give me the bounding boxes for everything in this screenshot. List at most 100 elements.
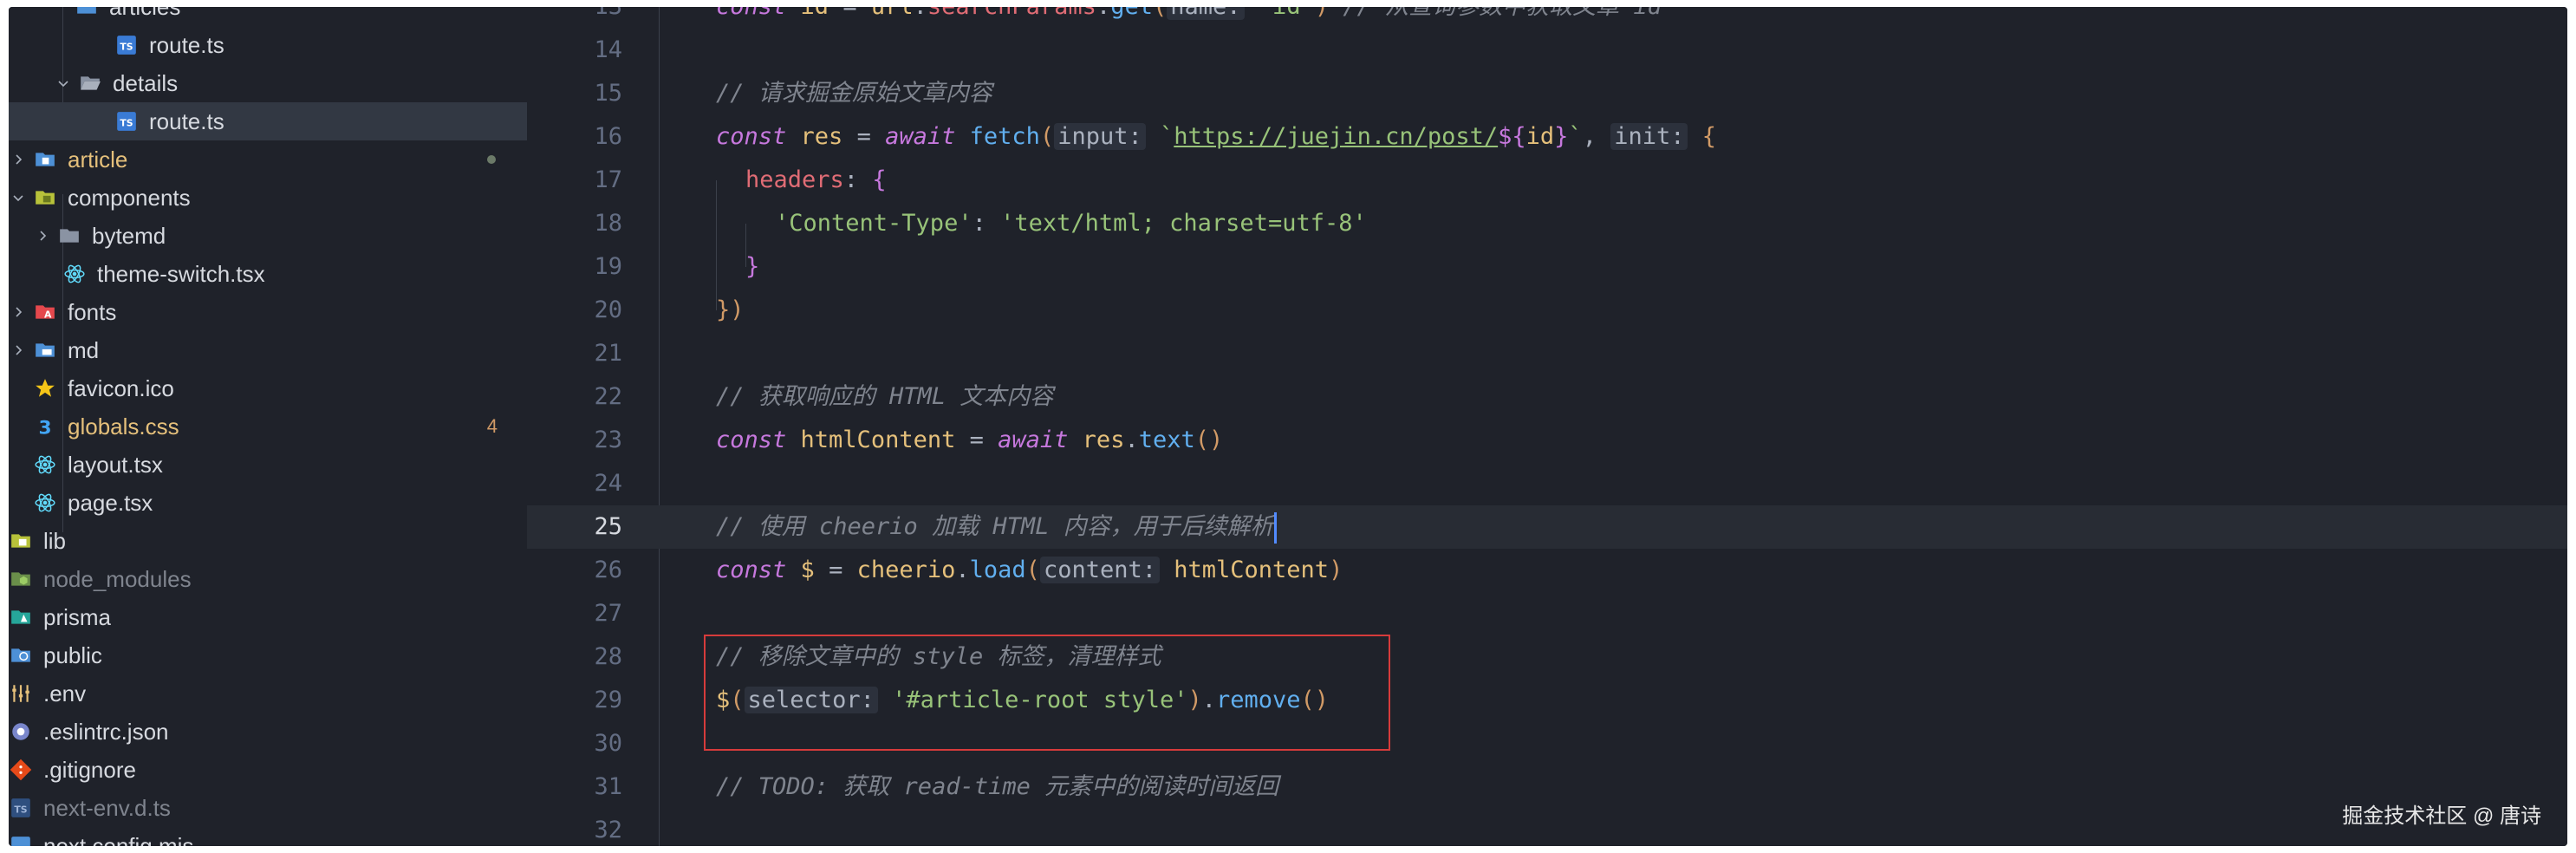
code-line[interactable]: 22 // 获取响应的 HTML 文本内容 <box>527 375 2567 419</box>
param-hint: name: <box>1167 7 1245 20</box>
code-line[interactable]: 13 const id = url.searchParams.get(name:… <box>527 7 2567 29</box>
line-number: 19 <box>594 253 622 280</box>
code-text: // 获取响应的 HTML 文本内容 <box>716 383 1054 410</box>
code-text: // 请求掘金原始文章内容 <box>716 80 992 107</box>
code-editor[interactable]: 13 const id = url.searchParams.get(name:… <box>527 7 2567 846</box>
watermark: 掘金技术社区 @ 唐诗 <box>2342 804 2541 828</box>
tree-item-label: details <box>113 69 179 96</box>
tree-file-theme-switch[interactable]: theme-switch.tsx <box>9 255 527 293</box>
chevron-down-icon[interactable] <box>54 64 73 102</box>
text-cursor <box>1273 511 1277 544</box>
line-number: 25 <box>594 513 622 540</box>
tree-item-label: fonts <box>68 298 117 325</box>
tree-item-label: next.config.mjs <box>43 832 194 847</box>
file-explorer: articles TS route.ts details TS route.ts… <box>9 7 528 846</box>
typescript-file-icon: TS <box>9 796 33 820</box>
tree-item-label: md <box>68 336 100 363</box>
chevron-right-icon[interactable] <box>33 217 52 255</box>
env-icon <box>9 681 33 706</box>
tree-folder-fonts[interactable]: A fonts <box>9 293 527 331</box>
line-number: 23 <box>594 426 622 453</box>
tree-item-label: lib <box>43 527 67 554</box>
tree-item-label: route.ts <box>149 31 224 58</box>
tree-file-eslintrc[interactable]: .eslintrc.json <box>9 713 527 751</box>
code-line[interactable]: 32 <box>527 809 2567 846</box>
svg-text:TS: TS <box>120 117 133 128</box>
line-number: 21 <box>594 340 622 367</box>
code-line[interactable]: 26 const $ = cheerio.load(content: htmlC… <box>527 549 2567 592</box>
code-text: const res = await fetch(input: `https://… <box>716 123 1716 150</box>
tree-folder-bytemd[interactable]: bytemd <box>9 217 527 255</box>
code-line-current[interactable]: 25 // 使用 cheerio 加载 HTML 内容，用于后续解析 <box>527 505 2567 549</box>
tree-item-label: bytemd <box>92 222 166 249</box>
svg-text:A: A <box>44 309 52 321</box>
code-text: }) <box>716 296 745 323</box>
line-number: 32 <box>594 817 622 843</box>
code-line[interactable]: 16 const res = await fetch(input: `https… <box>527 115 2567 159</box>
code-line[interactable]: 31 // TODO: 获取 read-time 元素中的阅读时间返回 <box>527 765 2567 809</box>
line-number: 14 <box>594 36 622 63</box>
tree-file-next-config[interactable]: next.config.mjs <box>9 827 527 846</box>
tree-folder-articles[interactable]: articles <box>9 7 527 26</box>
tree-folder-article[interactable]: article <box>9 140 527 179</box>
code-line[interactable]: 17 headers: { <box>527 159 2567 202</box>
tree-file-favicon[interactable]: favicon.ico <box>9 369 527 407</box>
code-line[interactable]: 23 const htmlContent = await res.text() <box>527 419 2567 462</box>
tree-file-route-ts-selected[interactable]: TS route.ts <box>9 102 527 140</box>
tree-file-env[interactable]: .env <box>9 674 527 713</box>
code-text: // TODO: 获取 read-time 元素中的阅读时间返回 <box>716 773 1279 800</box>
code-line[interactable]: 20 }) <box>527 289 2567 332</box>
tree-folder-components[interactable]: components <box>9 179 527 217</box>
modified-dot <box>487 155 496 164</box>
code-line[interactable]: 14 <box>527 29 2567 72</box>
line-number: 30 <box>594 730 622 757</box>
code-line[interactable]: 19 } <box>527 245 2567 289</box>
line-number: 28 <box>594 643 622 670</box>
public-folder-icon <box>9 643 33 667</box>
line-number: 26 <box>594 557 622 583</box>
git-icon <box>9 758 33 782</box>
param-hint: init: <box>1610 123 1688 150</box>
line-number: 17 <box>594 166 622 193</box>
typescript-file-icon: TS <box>114 109 139 133</box>
chevron-right-icon[interactable] <box>9 293 28 331</box>
tree-file-route-ts[interactable]: TS route.ts <box>9 26 527 64</box>
line-number: 24 <box>594 470 622 497</box>
tree-folder-lib[interactable]: lib <box>9 522 527 560</box>
tree-folder-prisma[interactable]: prisma <box>9 598 527 636</box>
tree-item-label: next-env.d.ts <box>43 794 171 821</box>
tree-item-label: article <box>68 146 128 173</box>
tree-file-layout-tsx[interactable]: layout.tsx <box>9 446 527 484</box>
tree-file-next-env[interactable]: TS next-env.d.ts <box>9 789 527 827</box>
line-number: 15 <box>594 80 622 107</box>
folder-open-icon <box>78 71 102 95</box>
chevron-down-icon[interactable] <box>9 179 28 217</box>
tree-item-label: public <box>43 641 102 668</box>
chevron-right-icon[interactable] <box>9 140 28 179</box>
code-line[interactable]: 18 'Content-Type': 'text/html; charset=u… <box>527 202 2567 245</box>
url-link[interactable]: https://juejin.cn/post/ <box>1174 123 1498 150</box>
tree-folder-node-modules[interactable]: node_modules <box>9 560 527 598</box>
svg-text:3: 3 <box>38 418 51 438</box>
tree-folder-details[interactable]: details <box>9 64 527 102</box>
js-file-icon <box>9 834 33 846</box>
line-number: 13 <box>527 7 622 29</box>
tree-file-globals-css[interactable]: 3 globals.css 4 <box>9 407 527 446</box>
tree-file-page-tsx[interactable]: page.tsx <box>9 484 527 522</box>
code-line[interactable]: 15 // 请求掘金原始文章内容 <box>527 72 2567 115</box>
tree-item-label: .env <box>43 680 87 706</box>
tree-folder-md[interactable]: md <box>9 331 527 369</box>
tree-item-label: prisma <box>43 603 112 630</box>
chevron-right-icon[interactable] <box>9 331 28 369</box>
tree-folder-public[interactable]: public <box>9 636 527 674</box>
problem-count-badge: 4 <box>486 415 498 437</box>
tree-item-label: page.tsx <box>68 489 153 516</box>
line-number: 31 <box>594 773 622 800</box>
line-number: 18 <box>594 210 622 237</box>
tree-item-label: articles <box>109 7 527 21</box>
code-line[interactable]: 24 <box>527 462 2567 505</box>
tree-file-gitignore[interactable]: .gitignore <box>9 751 527 789</box>
code-line[interactable]: 21 <box>527 332 2567 375</box>
code-text: const $ = cheerio.load(content: htmlCont… <box>716 557 1343 583</box>
code-line[interactable]: 27 <box>527 592 2567 635</box>
